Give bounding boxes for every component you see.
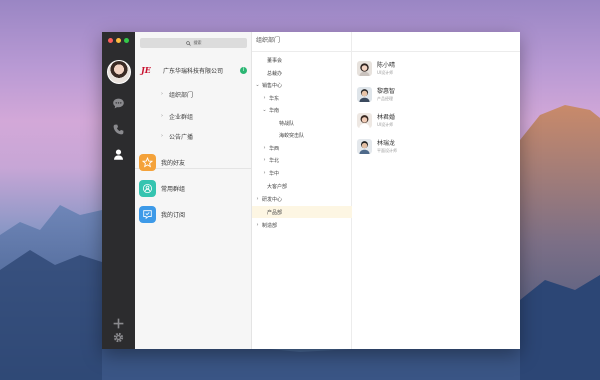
tree-item[interactable]: ⌄ 销售中心 — [252, 79, 352, 91]
member-name: 林瑞龙 — [377, 140, 396, 147]
user-avatar[interactable] — [107, 60, 131, 84]
chevron-down-icon[interactable]: ⌄ — [255, 82, 260, 88]
search-input[interactable]: 搜索 — [140, 38, 247, 48]
window-controls — [108, 38, 129, 43]
tree-item[interactable]: 董事会 — [252, 54, 352, 66]
list-item[interactable]: 黎惠智 产品经理 — [357, 83, 517, 105]
list-item[interactable]: 林君婚 UI设计师 — [357, 109, 517, 131]
navigation-panel: 搜索 JE 广东华瑞科技有限公司 i › 组织部门 › 企业群组 › 公告广播 … — [135, 32, 252, 349]
left-rail — [102, 32, 135, 349]
nav-item-my-subscriptions[interactable]: 我的订阅 — [139, 205, 251, 223]
company-logo: JE — [141, 65, 151, 75]
tree-item-label: 大客户部 — [267, 183, 288, 190]
zoom-button[interactable] — [124, 38, 129, 43]
tree-item-label: 海蛟突击队 — [279, 132, 305, 139]
search-icon — [185, 40, 191, 46]
nav-item-label: 常用群组 — [161, 185, 186, 193]
chat-icon[interactable] — [112, 95, 125, 109]
star-icon — [139, 153, 156, 171]
chevron-right-icon: › — [161, 133, 163, 139]
chevron-right-icon[interactable]: › — [262, 145, 267, 151]
tree-item-label: 制造部 — [262, 222, 278, 229]
tree-item[interactable]: 总裁办 — [252, 67, 352, 79]
contacts-icon[interactable] — [112, 146, 125, 160]
nav-item-label: 我的好友 — [161, 159, 186, 167]
list-item[interactable]: 陈小晴 UI设计师 — [357, 57, 517, 79]
tree-item[interactable]: 海蛟突击队 — [252, 129, 352, 141]
nav-item-label: 企业群组 — [169, 113, 194, 121]
avatar — [357, 112, 372, 128]
panel-title: 组织部门 — [256, 37, 281, 44]
tree-item-label: 华中 — [269, 170, 280, 177]
nav-item-enterprise-groups[interactable]: › 企业群组 — [135, 109, 252, 123]
settings-gear-icon[interactable] — [112, 329, 125, 343]
list-item[interactable]: 林瑞龙 平面设计师 — [357, 135, 517, 157]
tree-item[interactable]: › 制造部 — [252, 219, 352, 231]
tree-item-label: 华南 — [269, 107, 280, 114]
tree-item[interactable]: › 华中 — [252, 167, 352, 179]
avatar — [357, 138, 372, 154]
member-name: 黎惠智 — [377, 88, 396, 95]
member-name: 林君婚 — [377, 114, 396, 121]
avatar — [357, 60, 372, 76]
tree-item-label: 华东 — [269, 95, 280, 102]
tree-item[interactable]: 大客户部 — [252, 180, 352, 192]
phone-icon[interactable] — [112, 121, 125, 135]
chevron-right-icon[interactable]: › — [262, 95, 267, 101]
tree-item-label: 董事会 — [267, 57, 283, 64]
minimize-button[interactable] — [116, 38, 121, 43]
member-name: 陈小晴 — [377, 62, 396, 69]
group-icon — [139, 179, 156, 197]
subscribe-icon — [139, 205, 156, 223]
nav-item-common-groups[interactable]: 常用群组 — [139, 179, 251, 197]
tree-item[interactable]: 特战队 — [252, 117, 352, 129]
add-icon[interactable] — [112, 315, 125, 329]
tree-item-label: 研发中心 — [262, 196, 283, 203]
nav-item-org-departments[interactable]: › 组织部门 — [135, 87, 252, 101]
tree-item[interactable]: › 华东 — [252, 92, 352, 104]
member-role: UI设计师 — [377, 70, 394, 75]
chevron-down-icon[interactable]: ⌄ — [262, 107, 267, 113]
search-label: 搜索 — [193, 40, 202, 45]
member-list: 陈小晴 UI设计师 黎惠智 产品经理 林君婚 UI设计师 林瑞龙 平面设计师 — [352, 52, 520, 349]
close-button[interactable] — [108, 38, 113, 43]
tree-item-label: 销售中心 — [262, 82, 283, 89]
tree-item-label: 总裁办 — [267, 70, 283, 77]
tree-item-label: 产品部 — [267, 209, 283, 216]
member-role: UI设计师 — [377, 122, 394, 127]
member-role: 平面设计师 — [377, 148, 397, 153]
tree-item[interactable]: › 华西 — [252, 142, 352, 154]
avatar — [357, 86, 372, 102]
tree-item[interactable]: › 华北 — [252, 154, 352, 166]
tree-item[interactable]: 产品部 — [252, 206, 352, 218]
nav-item-label: 公告广播 — [169, 133, 194, 141]
chevron-right-icon: › — [161, 91, 163, 97]
tree-item[interactable]: › 研发中心 — [252, 193, 352, 205]
tree-item-label: 特战队 — [279, 120, 295, 127]
org-tree-panel: 董事会 总裁办 ⌄ 销售中心 › 华东 ⌄ 华南 特战队 海蛟突击队 › 华西 › 华北 › 华中 大客户部 › 研… — [252, 32, 352, 349]
company-name: 广东华瑞科技有限公司 — [163, 67, 224, 75]
chevron-right-icon[interactable]: › — [255, 222, 260, 228]
company-header[interactable]: JE 广东华瑞科技有限公司 i — [135, 60, 252, 80]
chevron-right-icon: › — [161, 113, 163, 119]
nav-item-announcements[interactable]: › 公告广播 — [135, 129, 252, 143]
chevron-right-icon[interactable]: › — [262, 170, 267, 176]
chevron-right-icon[interactable]: › — [255, 196, 260, 202]
chevron-right-icon[interactable]: › — [262, 157, 267, 163]
tree-item[interactable]: ⌄ 华南 — [252, 104, 352, 116]
tree-item-label: 华西 — [269, 145, 280, 152]
nav-item-label: 组织部门 — [169, 91, 194, 99]
nav-item-label: 我的订阅 — [161, 211, 186, 219]
member-role: 产品经理 — [377, 96, 393, 101]
info-icon[interactable]: i — [240, 66, 247, 74]
nav-item-my-friends[interactable]: 我的好友 — [139, 153, 251, 171]
tree-item-label: 华北 — [269, 157, 280, 164]
app-window: 搜索 JE 广东华瑞科技有限公司 i › 组织部门 › 企业群组 › 公告广播 … — [102, 32, 520, 349]
